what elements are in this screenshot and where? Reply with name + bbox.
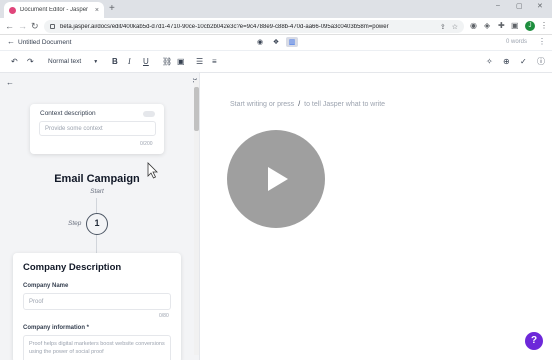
browser-forward-icon[interactable]: → bbox=[18, 20, 27, 32]
compose-sparkle-icon[interactable]: ✧ bbox=[486, 57, 493, 67]
text-style-value: Normal text bbox=[48, 58, 82, 65]
company-description-title: Company Description bbox=[23, 262, 122, 273]
company-info-label: Company information * bbox=[23, 325, 90, 331]
editor-toolbar: ↶ ↷ Normal text ▼ B I U ⛓ ▣ ☰ ≡ ✧ ⊕ ✓ ⓘ bbox=[0, 51, 552, 73]
browser-addressbar: ← → ↻ beta.jasper.ai/docs/edit/400kab5d-… bbox=[0, 18, 552, 35]
step-number-badge[interactable]: 1 bbox=[86, 213, 108, 235]
chevron-down-icon: ▼ bbox=[93, 59, 99, 65]
underline-button[interactable]: U bbox=[143, 57, 149, 67]
play-icon bbox=[268, 167, 288, 191]
mouse-cursor-icon bbox=[147, 162, 158, 179]
tab-close-icon[interactable]: × bbox=[95, 7, 99, 14]
undo-icon[interactable]: ↶ bbox=[11, 57, 18, 67]
globe-icon[interactable]: ⊕ bbox=[503, 57, 510, 67]
extensions-puzzle-icon[interactable]: ✚ bbox=[498, 21, 505, 31]
browser-tabstrip: Document Editor - Jasper × + – ▢ ✕ bbox=[0, 0, 552, 18]
campaign-start-label: Start bbox=[90, 188, 104, 195]
url-text: beta.jasper.ai/docs/edit/400kab5d-d7d1-4… bbox=[60, 23, 389, 30]
text-style-select[interactable]: Normal text ▼ bbox=[48, 58, 98, 65]
browser-tab[interactable]: Document Editor - Jasper × bbox=[4, 2, 104, 18]
new-tab-button[interactable]: + bbox=[109, 3, 115, 15]
browser-menu-icon[interactable]: ⋮ bbox=[540, 21, 548, 31]
window-minimize-button[interactable]: – bbox=[496, 2, 500, 9]
browser-reload-icon[interactable]: ↻ bbox=[31, 20, 39, 32]
link-icon[interactable]: ⛓ bbox=[162, 57, 172, 67]
company-name-char-count: 0/80 bbox=[159, 313, 169, 319]
extension-icon[interactable]: ◉ bbox=[470, 21, 477, 31]
company-description-card: Company Description Company Name Proof 0… bbox=[13, 253, 181, 360]
more-options-icon[interactable]: ⋮ bbox=[538, 37, 546, 46]
back-icon[interactable]: ← bbox=[7, 37, 15, 46]
preview-eye-icon[interactable]: ◉ bbox=[254, 37, 266, 47]
context-toggle[interactable] bbox=[143, 111, 155, 117]
placeholder-start: Start writing or press bbox=[230, 101, 295, 108]
window-close-button[interactable]: ✕ bbox=[537, 2, 543, 10]
tab-title: Document Editor - Jasper bbox=[20, 7, 89, 13]
editor-placeholder: Start writing or press / to tell Jasper wh… bbox=[230, 101, 385, 108]
bold-button[interactable]: B bbox=[112, 57, 118, 67]
share-icon[interactable]: ⇪ bbox=[440, 23, 446, 31]
sidepanel-icon[interactable]: ▣ bbox=[511, 21, 519, 31]
document-title[interactable]: Untitled Document bbox=[18, 39, 71, 46]
placeholder-slash: / bbox=[298, 101, 301, 108]
browser-back-icon[interactable]: ← bbox=[5, 20, 14, 32]
panel-back-icon[interactable]: ← bbox=[6, 78, 14, 87]
lock-icon bbox=[50, 24, 55, 29]
context-input[interactable]: Provide some context bbox=[39, 121, 156, 136]
extension-icon-2[interactable]: ◈ bbox=[484, 21, 490, 31]
url-bar[interactable]: beta.jasper.ai/docs/edit/400kab5d-d7d1-4… bbox=[44, 20, 464, 33]
italic-button[interactable]: I bbox=[128, 57, 131, 67]
context-label: Context description bbox=[40, 110, 96, 117]
info-icon[interactable]: ⓘ bbox=[537, 57, 545, 67]
context-char-count: 0/200 bbox=[140, 141, 153, 147]
bookmark-star-icon[interactable]: ☆ bbox=[452, 23, 458, 31]
bullet-list-icon[interactable]: ☰ bbox=[196, 57, 203, 67]
context-card: Context description Provide some context… bbox=[30, 104, 164, 154]
step-label: Step bbox=[68, 220, 82, 227]
help-button[interactable]: ? bbox=[525, 332, 543, 350]
campaign-title: Email Campaign bbox=[54, 173, 140, 185]
company-info-input[interactable]: Proof helps digital marketers boost webs… bbox=[23, 335, 171, 360]
sidebar-layout-icon[interactable]: ▥ bbox=[286, 37, 298, 47]
numbered-list-icon[interactable]: ≡ bbox=[212, 57, 217, 67]
profile-avatar[interactable]: J bbox=[525, 21, 535, 31]
check-circle-icon[interactable]: ✓ bbox=[520, 57, 527, 67]
image-icon[interactable]: ▣ bbox=[177, 57, 185, 67]
word-count: 0 words bbox=[506, 39, 528, 45]
company-name-input[interactable]: Proof bbox=[23, 293, 171, 310]
jasper-favicon-icon bbox=[9, 6, 16, 14]
app-header: ← Untitled Document ◉ ❖ ▥ 0 words ⋮ bbox=[0, 35, 552, 51]
panel-scrollbar-thumb[interactable] bbox=[194, 87, 199, 131]
company-name-label: Company Name bbox=[23, 283, 69, 289]
chat-icon[interactable]: ❖ bbox=[270, 37, 282, 47]
placeholder-end: to tell Jasper what to write bbox=[304, 101, 386, 108]
view-mode-group: ◉ ❖ ▥ bbox=[254, 37, 298, 47]
redo-icon[interactable]: ↷ bbox=[27, 57, 34, 67]
window-maximize-button[interactable]: ▢ bbox=[516, 2, 523, 10]
